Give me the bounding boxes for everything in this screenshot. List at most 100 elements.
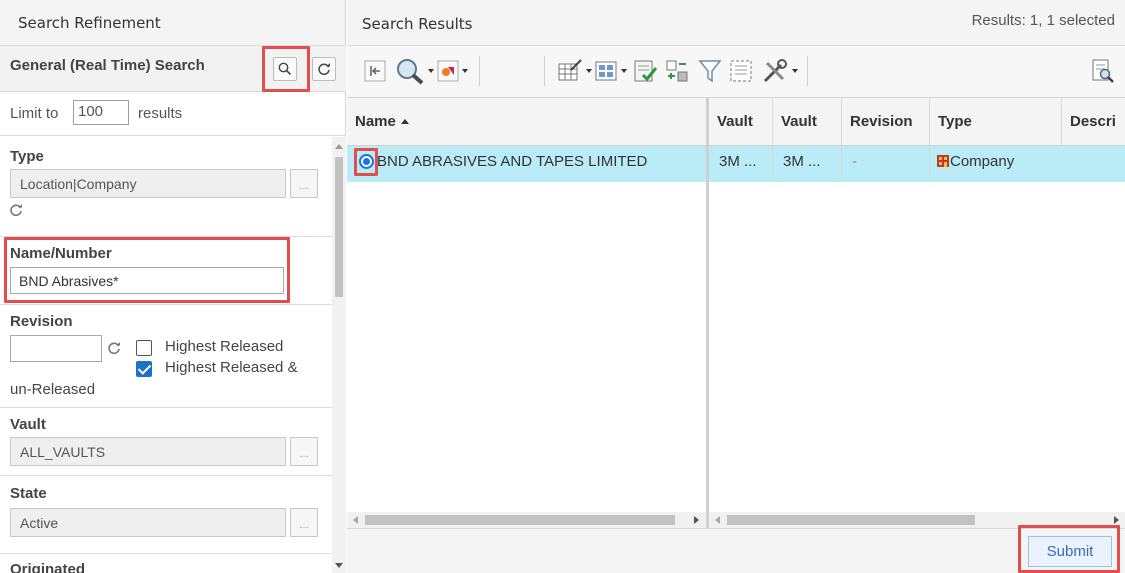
toolbar-divider bbox=[807, 56, 808, 86]
color-dropdown-caret[interactable] bbox=[462, 69, 468, 73]
limit-row: Limit to 100 results bbox=[0, 92, 346, 136]
scroll-right-arrow[interactable] bbox=[1114, 516, 1119, 524]
search-refinement-title: Search Refinement bbox=[18, 13, 161, 32]
originated-label: Originated bbox=[10, 561, 86, 573]
find-dropdown-caret[interactable] bbox=[428, 69, 434, 73]
column-description-label: Descri bbox=[1070, 113, 1116, 130]
column-type-label: Type bbox=[938, 113, 972, 130]
compare-button[interactable] bbox=[665, 56, 689, 86]
tools-icon bbox=[763, 59, 787, 83]
column-header-description[interactable]: Descri bbox=[1062, 98, 1125, 146]
revision-section: Revision Highest Released Highest Releas… bbox=[0, 305, 332, 408]
scroll-thumb[interactable] bbox=[365, 515, 675, 525]
column-vault-label: Vault bbox=[717, 113, 753, 130]
search-results-header: Search Results Results: 1, 1 selected bbox=[347, 0, 1125, 46]
refinement-fields: Type Location|Company ... Name/Number BN… bbox=[0, 137, 332, 573]
scroll-left-arrow[interactable] bbox=[715, 516, 720, 524]
search-button[interactable] bbox=[273, 57, 297, 81]
name-number-section: Name/Number BND Abrasives* bbox=[0, 237, 332, 305]
state-field: Active bbox=[10, 508, 286, 537]
select-all-button[interactable] bbox=[728, 56, 754, 86]
frozen-column-divider bbox=[706, 98, 709, 538]
find-button[interactable] bbox=[395, 56, 434, 86]
collapse-panel-button[interactable] bbox=[364, 56, 386, 86]
type-refresh-icon[interactable] bbox=[9, 203, 23, 217]
scroll-thumb[interactable] bbox=[335, 157, 343, 297]
column-name-label: Name bbox=[355, 113, 396, 130]
cell-revision: - bbox=[842, 146, 930, 182]
revision-label: Revision bbox=[10, 313, 73, 330]
scroll-left-arrow[interactable] bbox=[353, 516, 358, 524]
search-results-title: Search Results bbox=[362, 15, 473, 33]
tools-dropdown-caret[interactable] bbox=[792, 69, 798, 73]
limit-input[interactable]: 100 bbox=[73, 100, 129, 125]
originated-section: Originated bbox=[0, 554, 332, 573]
filter-icon bbox=[698, 60, 722, 83]
highest-released-unreleased-label: Highest Released & bbox=[165, 359, 298, 376]
refinement-scrollbar[interactable] bbox=[332, 137, 346, 573]
results-toolbar bbox=[347, 46, 1125, 98]
company-icon bbox=[937, 155, 949, 167]
revision-refresh-icon[interactable] bbox=[107, 341, 121, 355]
edit-table-button[interactable] bbox=[557, 56, 592, 86]
results-summary: Results: 1, 1 selected bbox=[971, 12, 1115, 29]
name-number-label: Name/Number bbox=[10, 245, 112, 262]
color-button[interactable] bbox=[437, 56, 468, 86]
vault-browse-button[interactable]: ... bbox=[290, 437, 318, 466]
right-horizontal-scrollbar[interactable] bbox=[709, 512, 1125, 528]
column-header-name[interactable]: Name bbox=[347, 98, 706, 146]
column-header-revision[interactable]: Revision bbox=[842, 98, 930, 146]
state-label: State bbox=[10, 485, 47, 502]
highest-released-unreleased-checkbox[interactable] bbox=[136, 361, 152, 377]
results-grid-header: Name Vault Vault Revision Type Descri bbox=[347, 98, 1125, 146]
view-layout-dropdown-caret[interactable] bbox=[621, 69, 627, 73]
highest-released-checkbox[interactable] bbox=[136, 340, 152, 356]
type-browse-button[interactable]: ... bbox=[290, 169, 318, 198]
vault-section: Vault ALL_VAULTS ... bbox=[0, 408, 332, 476]
view-layout-button[interactable] bbox=[594, 56, 627, 86]
inspect-icon bbox=[1092, 59, 1114, 83]
limit-prefix: Limit to bbox=[10, 105, 59, 122]
magnifier-icon bbox=[397, 59, 424, 85]
results-footer: Submit bbox=[347, 525, 1125, 573]
cell-name[interactable]: BND ABRASIVES AND TAPES LIMITED bbox=[377, 146, 706, 182]
cell-type: Company bbox=[930, 146, 1062, 182]
row-select-radio[interactable] bbox=[359, 154, 374, 169]
scroll-thumb[interactable] bbox=[727, 515, 975, 525]
edit-table-dropdown-caret[interactable] bbox=[586, 69, 592, 73]
filter-button[interactable] bbox=[698, 56, 722, 86]
column-vault-label: Vault bbox=[781, 113, 817, 130]
grid-view-icon bbox=[595, 61, 617, 81]
column-revision-label: Revision bbox=[850, 113, 913, 130]
column-header-type[interactable]: Type bbox=[930, 98, 1062, 146]
type-section: Type Location|Company ... bbox=[0, 137, 332, 237]
state-browse-button[interactable]: ... bbox=[290, 508, 318, 537]
un-released-label: un-Released bbox=[10, 381, 96, 398]
inspect-button[interactable] bbox=[1091, 56, 1115, 86]
sort-ascending-icon bbox=[400, 119, 409, 124]
refresh-button[interactable] bbox=[312, 57, 336, 81]
type-field: Location|Company bbox=[10, 169, 286, 198]
checklist-button[interactable] bbox=[632, 56, 658, 86]
column-header-vault-1[interactable]: Vault bbox=[709, 98, 773, 146]
shapes-icon bbox=[437, 60, 459, 82]
toolbar-divider bbox=[479, 56, 480, 86]
scroll-right-arrow[interactable] bbox=[694, 516, 699, 524]
vault-label: Vault bbox=[10, 416, 46, 433]
submit-button[interactable]: Submit bbox=[1028, 536, 1112, 567]
name-number-input[interactable]: BND Abrasives* bbox=[10, 267, 284, 294]
tools-button[interactable] bbox=[761, 56, 798, 86]
column-header-vault-2[interactable]: Vault bbox=[773, 98, 842, 146]
search-refinement-panel: Search Refinement General (Real Time) Se… bbox=[0, 0, 346, 573]
scroll-up-arrow[interactable] bbox=[335, 144, 343, 149]
scroll-down-arrow[interactable] bbox=[335, 563, 343, 568]
general-search-bar: General (Real Time) Search bbox=[0, 46, 346, 92]
left-horizontal-scrollbar[interactable] bbox=[347, 512, 706, 528]
cell-vault-1: 3M ... bbox=[709, 146, 773, 182]
search-refinement-header: Search Refinement bbox=[0, 0, 345, 46]
revision-input[interactable] bbox=[10, 335, 102, 362]
collapse-panel-icon bbox=[364, 60, 386, 82]
table-edit-icon bbox=[558, 59, 582, 81]
toolbar-divider bbox=[544, 56, 545, 86]
cell-vault-2: 3M ... bbox=[773, 146, 842, 182]
